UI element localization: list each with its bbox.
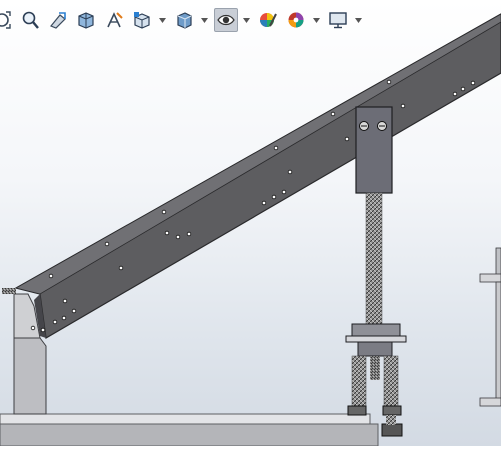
display-style-dropdown[interactable] <box>200 8 209 32</box>
apply-scene-icon <box>288 12 304 28</box>
previous-view-button[interactable] <box>46 8 70 32</box>
base-plate <box>0 413 379 447</box>
display-style-button[interactable] <box>172 8 196 32</box>
view-settings-button[interactable] <box>326 8 350 32</box>
view-orientation-button[interactable] <box>130 8 154 32</box>
spring-bracket <box>355 106 393 194</box>
dynamic-annotation-button[interactable] <box>102 8 126 32</box>
edit-appearance-button[interactable] <box>256 8 280 32</box>
view-settings-dropdown[interactable] <box>354 8 363 32</box>
eye-icon <box>217 14 235 26</box>
chevron-down-icon <box>201 17 208 23</box>
inclined-beam <box>2 13 501 339</box>
chevron-down-icon <box>159 17 166 23</box>
previous-view-icon <box>50 12 66 29</box>
hide-show-items-dropdown[interactable] <box>242 8 251 32</box>
chevron-down-icon <box>355 17 362 23</box>
hide-show-items-button[interactable] <box>214 8 238 32</box>
view-orientation-icon <box>134 12 150 29</box>
edit-appearance-icon <box>260 13 277 27</box>
display-style-icon <box>177 12 192 29</box>
chevron-down-icon <box>243 17 250 23</box>
section-view-icon <box>78 12 94 29</box>
apply-scene-button[interactable] <box>284 8 308 32</box>
graphics-viewport[interactable] <box>0 0 501 447</box>
heads-up-view-toolbar <box>0 0 501 40</box>
section-view-button[interactable] <box>74 8 98 32</box>
right-frame <box>479 247 501 407</box>
monitor-icon <box>329 12 347 29</box>
zoom-to-fit-icon <box>0 11 11 29</box>
zoom-to-area-button[interactable] <box>18 8 42 32</box>
chevron-down-icon <box>313 17 320 23</box>
dynamic-annotation-icon <box>107 12 123 28</box>
view-orientation-dropdown[interactable] <box>158 8 167 32</box>
zoom-to-fit-button[interactable] <box>0 8 14 32</box>
zoom-to-area-icon <box>22 11 39 29</box>
apply-scene-dropdown[interactable] <box>312 8 321 32</box>
spring-rod <box>365 192 383 326</box>
model-canvas <box>0 13 501 447</box>
